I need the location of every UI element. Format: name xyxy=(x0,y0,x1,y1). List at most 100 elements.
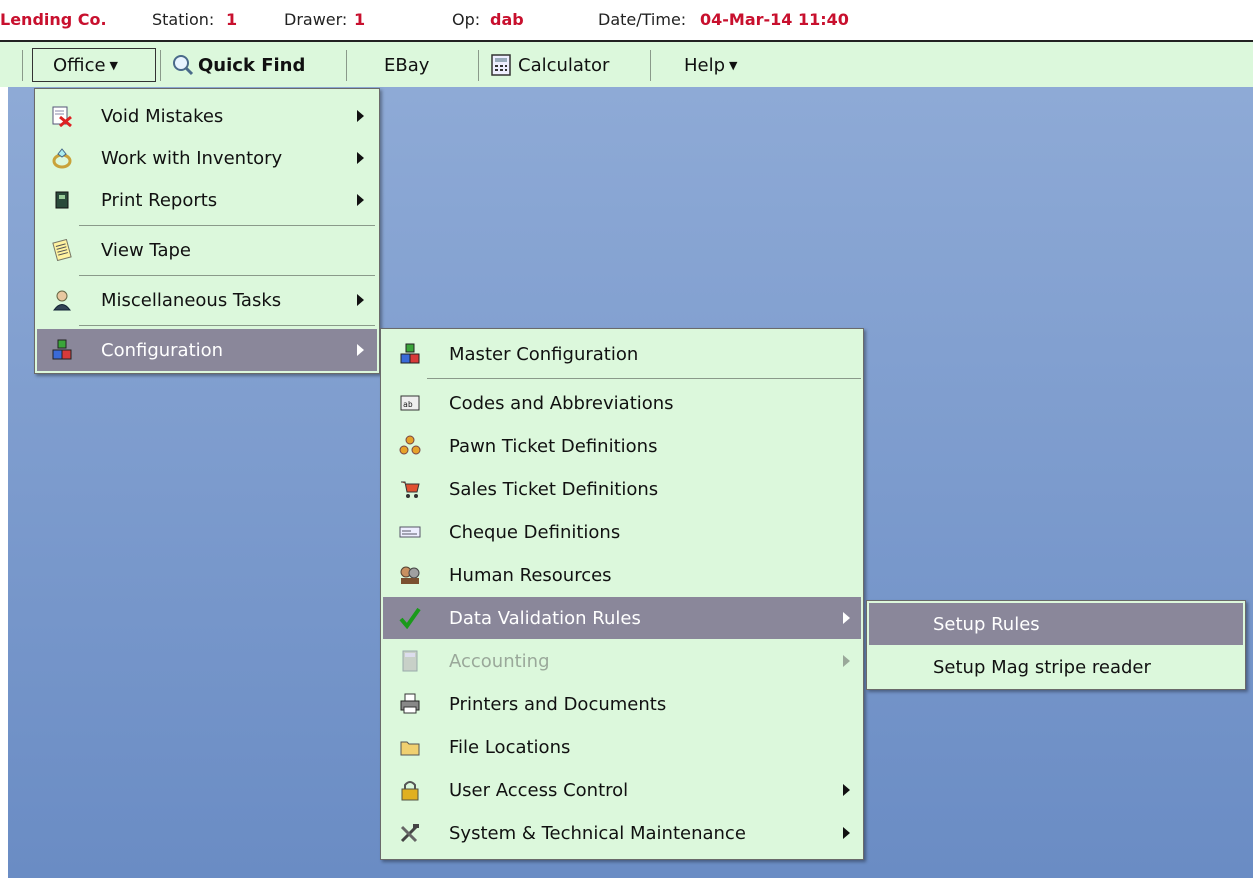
blocks-icon xyxy=(399,343,421,365)
main-toolbar: Office ▼ Quick Find EBay Calculator Help… xyxy=(0,40,1253,87)
drawer-label: Drawer: xyxy=(284,10,348,29)
submenu-arrow-icon xyxy=(357,110,364,122)
ebay-label: EBay xyxy=(384,54,430,76)
menu-item-label: Work with Inventory xyxy=(101,147,283,169)
menu-item-label: Print Reports xyxy=(101,189,218,211)
calculator-icon xyxy=(490,54,512,76)
toolbar-separator xyxy=(478,50,479,81)
submenu-arrow-icon xyxy=(357,194,364,206)
menu-item-label: User Access Control xyxy=(449,779,629,801)
menu-item-label: File Locations xyxy=(449,736,571,758)
menu-separator xyxy=(79,325,375,326)
configuration-submenu: Master Configuration ab Codes and Abbrev… xyxy=(380,328,864,860)
toolbar-separator xyxy=(22,50,23,81)
menu-item-label: Sales Ticket Definitions xyxy=(449,478,659,500)
void-icon xyxy=(51,105,73,127)
menu-item-label: Data Validation Rules xyxy=(449,607,641,629)
submenu-arrow-icon xyxy=(843,827,850,839)
toolbar-separator xyxy=(160,50,161,81)
menu-item-printers-and-documents[interactable]: Printers and Documents xyxy=(383,683,861,725)
menu-item-configuration[interactable]: Configuration xyxy=(37,329,377,371)
menu-item-label: Accounting xyxy=(449,650,550,672)
datetime-value: 04-Mar-14 11:40 xyxy=(700,10,849,29)
menu-item-setup-rules[interactable]: Setup Rules xyxy=(869,603,1243,645)
menu-item-void-mistakes[interactable]: Void Mistakes xyxy=(37,95,377,137)
datetime-label: Date/Time: xyxy=(598,10,687,29)
calculator-button[interactable]: Calculator xyxy=(490,48,646,82)
quick-find-button[interactable]: Quick Find xyxy=(168,48,338,82)
status-bar: Lending Co. Station: 1 Drawer: 1 Op: dab… xyxy=(0,0,1253,40)
menu-item-data-validation-rules[interactable]: Data Validation Rules xyxy=(383,597,861,639)
menu-separator xyxy=(79,225,375,226)
op-label: Op: xyxy=(452,10,481,29)
pawn-icon xyxy=(399,435,421,457)
data-validation-submenu: Setup Rules Setup Mag stripe reader xyxy=(866,600,1246,690)
drawer-value: 1 xyxy=(354,10,366,29)
menu-item-label: System & Technical Maintenance xyxy=(449,822,746,844)
menu-item-system-technical-maintenance[interactable]: System & Technical Maintenance xyxy=(383,812,861,854)
submenu-arrow-icon xyxy=(357,344,364,356)
menu-item-user-access-control[interactable]: User Access Control xyxy=(383,769,861,811)
submenu-arrow-icon xyxy=(357,294,364,306)
ebay-button[interactable]: EBay xyxy=(384,48,454,82)
submenu-arrow-icon xyxy=(843,612,850,624)
printer-icon xyxy=(399,693,421,715)
submenu-arrow-icon xyxy=(843,655,850,667)
blocks-icon xyxy=(51,339,73,361)
menu-item-label: Master Configuration xyxy=(449,343,639,365)
menu-item-sales-ticket-definitions[interactable]: Sales Ticket Definitions xyxy=(383,468,861,510)
menu-item-view-tape[interactable]: View Tape xyxy=(37,229,377,271)
lock-icon xyxy=(399,779,421,801)
menu-item-label: View Tape xyxy=(101,239,191,261)
quick-find-label: Quick Find xyxy=(198,54,306,76)
chevron-down-icon: ▼ xyxy=(729,58,738,72)
codes-icon: ab xyxy=(399,392,421,414)
menu-item-setup-mag-stripe-reader[interactable]: Setup Mag stripe reader xyxy=(869,646,1243,688)
office-label: Office xyxy=(53,54,106,76)
menu-item-label: Printers and Documents xyxy=(449,693,667,715)
menu-item-work-with-inventory[interactable]: Work with Inventory xyxy=(37,137,377,179)
toolbar-separator xyxy=(346,50,347,81)
report-book-icon xyxy=(51,189,73,211)
menu-item-accounting: Accounting xyxy=(383,640,861,682)
help-label: Help xyxy=(684,54,726,76)
station-value: 1 xyxy=(226,10,238,29)
folder-icon xyxy=(399,736,421,758)
op-value: dab xyxy=(490,10,524,29)
person-icon xyxy=(51,289,73,311)
people-icon xyxy=(399,564,421,586)
magnifier-icon xyxy=(172,54,194,76)
ring-icon xyxy=(51,147,73,169)
submenu-arrow-icon xyxy=(843,784,850,796)
menu-item-label: Void Mistakes xyxy=(101,105,224,127)
chevron-down-icon: ▼ xyxy=(109,58,119,72)
office-menu-button[interactable]: Office ▼ xyxy=(32,48,156,82)
menu-item-label: Cheque Definitions xyxy=(449,521,621,543)
station-label: Station: xyxy=(152,10,215,29)
company-name: Lending Co. xyxy=(0,10,107,29)
tools-icon xyxy=(399,822,421,844)
toolbar-separator xyxy=(650,50,651,81)
menu-item-label: Configuration xyxy=(101,339,224,361)
menu-item-cheque-definitions[interactable]: Cheque Definitions xyxy=(383,511,861,553)
menu-item-miscellaneous-tasks[interactable]: Miscellaneous Tasks xyxy=(37,279,377,321)
help-menu-button[interactable]: Help ▼ xyxy=(684,48,764,82)
menu-item-codes-and-abbreviations[interactable]: ab Codes and Abbreviations xyxy=(383,382,861,424)
cheque-icon xyxy=(399,521,421,543)
calculator-label: Calculator xyxy=(518,54,610,76)
menu-item-master-configuration[interactable]: Master Configuration xyxy=(383,333,861,375)
menu-item-label: Setup Mag stripe reader xyxy=(933,656,1151,678)
menu-item-print-reports[interactable]: Print Reports xyxy=(37,179,377,221)
menu-item-file-locations[interactable]: File Locations xyxy=(383,726,861,768)
menu-item-label: Pawn Ticket Definitions xyxy=(449,435,658,457)
tape-icon xyxy=(51,239,73,261)
menu-item-pawn-ticket-definitions[interactable]: Pawn Ticket Definitions xyxy=(383,425,861,467)
menu-item-human-resources[interactable]: Human Resources xyxy=(383,554,861,596)
menu-item-label: Human Resources xyxy=(449,564,612,586)
checkmark-icon xyxy=(399,607,421,629)
menu-item-label: Setup Rules xyxy=(933,613,1040,635)
calculator-icon xyxy=(399,650,421,672)
menu-item-label: Codes and Abbreviations xyxy=(449,392,674,414)
menu-separator xyxy=(427,378,861,379)
menu-separator xyxy=(79,275,375,276)
